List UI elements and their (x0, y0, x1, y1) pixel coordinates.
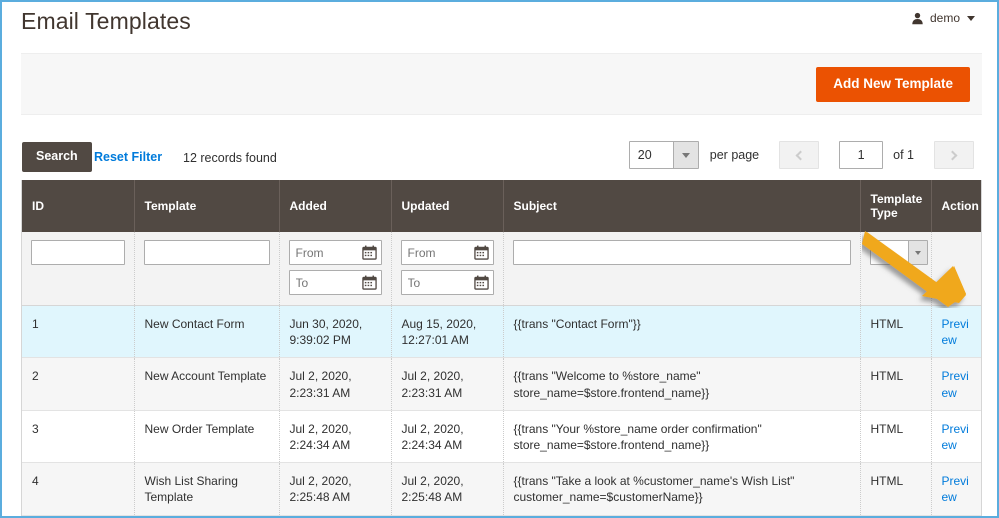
cell-id: 1 (22, 305, 135, 359)
filter-updated-to-input[interactable] (400, 270, 494, 295)
column-header-template-type[interactable]: Template Type (860, 180, 932, 232)
cell-subject: {{trans "Welcome to %store_name" store_n… (503, 357, 861, 411)
reset-filter-link[interactable]: Reset Filter (94, 150, 162, 164)
total-pages-label: of 1 (893, 148, 914, 162)
search-button[interactable]: Search (22, 142, 92, 172)
preview-link[interactable]: Preview (942, 369, 969, 399)
filter-cell-added (279, 232, 392, 306)
cell-action: Preview (931, 410, 981, 464)
cell-updated: Jul 2, 2020, 2:24:34 AM (391, 410, 504, 464)
cell-action: Preview (931, 357, 981, 411)
cell-subject: {{trans "Take a look at %customer_name's… (503, 462, 861, 516)
filter-cell-action (931, 232, 981, 306)
cell-template-type: HTML (860, 462, 932, 516)
filter-updated-to (400, 270, 494, 295)
filter-cell-template-type (860, 232, 932, 306)
chevron-down-icon (907, 241, 927, 264)
user-icon (911, 12, 924, 25)
cell-added: Jun 30, 2020, 9:39:02 PM (279, 305, 392, 359)
filter-cell-id (22, 232, 135, 306)
per-page-label: per page (709, 148, 760, 162)
email-templates-page: Email Templates demo Add New Template Se… (0, 0, 999, 518)
filter-added-to (288, 270, 382, 295)
cell-added: Jul 2, 2020, 2:25:48 AM (279, 462, 392, 516)
cell-template: New Order Template (134, 410, 280, 464)
filter-template-type-select[interactable] (869, 240, 928, 265)
filter-updated-from (400, 240, 494, 265)
cell-template: New Account Template (134, 357, 280, 411)
filter-template-input[interactable] (143, 240, 270, 265)
column-header-updated[interactable]: Updated (391, 180, 504, 232)
cell-id: 4 (22, 462, 135, 516)
per-page-select[interactable]: 20 (628, 141, 699, 169)
grid-header-row: ID Template Added Updated Subject Templa… (22, 180, 981, 232)
previous-page-button[interactable] (779, 141, 820, 169)
column-header-template[interactable]: Template (134, 180, 280, 232)
cell-subject: {{trans "Contact Form"}} (503, 305, 861, 359)
column-header-added[interactable]: Added (279, 180, 392, 232)
preview-link[interactable]: Preview (942, 317, 969, 347)
filter-added-to-input[interactable] (288, 270, 382, 295)
cell-action: Preview (931, 305, 981, 359)
chevron-down-icon (672, 142, 698, 168)
next-page-button[interactable] (934, 141, 974, 169)
add-new-template-button[interactable]: Add New Template (816, 67, 970, 102)
records-found-label: 12 records found (183, 151, 277, 165)
cell-added: Jul 2, 2020, 2:23:31 AM (279, 357, 392, 411)
table-row[interactable]: 4 Wish List Sharing Template Jul 2, 2020… (22, 462, 981, 516)
column-header-id[interactable]: ID (22, 180, 135, 232)
filter-cell-subject (503, 232, 861, 306)
cell-updated: Jul 2, 2020, 2:25:48 AM (391, 462, 504, 516)
table-row[interactable]: 3 New Order Template Jul 2, 2020, 2:24:3… (22, 410, 981, 464)
filter-updated-from-input[interactable] (400, 240, 494, 265)
cell-template-type: HTML (860, 305, 932, 359)
page-title: Email Templates (21, 8, 191, 34)
filter-added-from (288, 240, 382, 265)
cell-subject: {{trans "Your %store_name order confirma… (503, 410, 861, 464)
column-header-action: Action (931, 180, 981, 232)
column-header-subject[interactable]: Subject (503, 180, 861, 232)
chevron-down-icon (967, 15, 975, 21)
table-row[interactable]: 2 New Account Template Jul 2, 2020, 2:23… (22, 357, 981, 411)
cell-template-type: HTML (860, 357, 932, 411)
cell-template-type: HTML (860, 410, 932, 464)
chevron-left-icon (795, 150, 806, 160)
page-header: Email Templates demo (2, 2, 997, 45)
table-row[interactable]: 1 New Contact Form Jun 30, 2020, 9:39:02… (22, 305, 981, 359)
cell-updated: Aug 15, 2020, 12:27:01 AM (391, 305, 504, 359)
filter-cell-template (134, 232, 280, 306)
page-actions-bar: Add New Template (21, 53, 982, 115)
preview-link[interactable]: Preview (942, 474, 969, 504)
grid-filter-row (22, 232, 981, 306)
grid-toolbar: Search Reset Filter 12 records found 20 … (21, 132, 982, 178)
cell-template: New Contact Form (134, 305, 280, 359)
current-page-input[interactable] (839, 141, 884, 169)
filter-cell-updated (391, 232, 504, 306)
cell-added: Jul 2, 2020, 2:24:34 AM (279, 410, 392, 464)
cell-action: Preview (931, 462, 981, 516)
filter-template-type-value (870, 241, 908, 264)
filter-id-input[interactable] (31, 240, 125, 265)
cell-template: Wish List Sharing Template (134, 462, 280, 516)
user-menu[interactable]: demo (911, 11, 975, 25)
chevron-right-icon (947, 150, 958, 160)
filter-subject-input[interactable] (512, 240, 851, 265)
email-templates-grid: ID Template Added Updated Subject Templa… (21, 180, 982, 516)
preview-link[interactable]: Preview (942, 422, 969, 452)
filter-added-from-input[interactable] (288, 240, 382, 265)
user-menu-label: demo (929, 11, 960, 25)
cell-id: 3 (22, 410, 135, 464)
cell-id: 2 (22, 357, 135, 411)
per-page-value: 20 (629, 142, 673, 168)
pagination: 20 per page of 1 (628, 141, 974, 169)
cell-updated: Jul 2, 2020, 2:23:31 AM (391, 357, 504, 411)
